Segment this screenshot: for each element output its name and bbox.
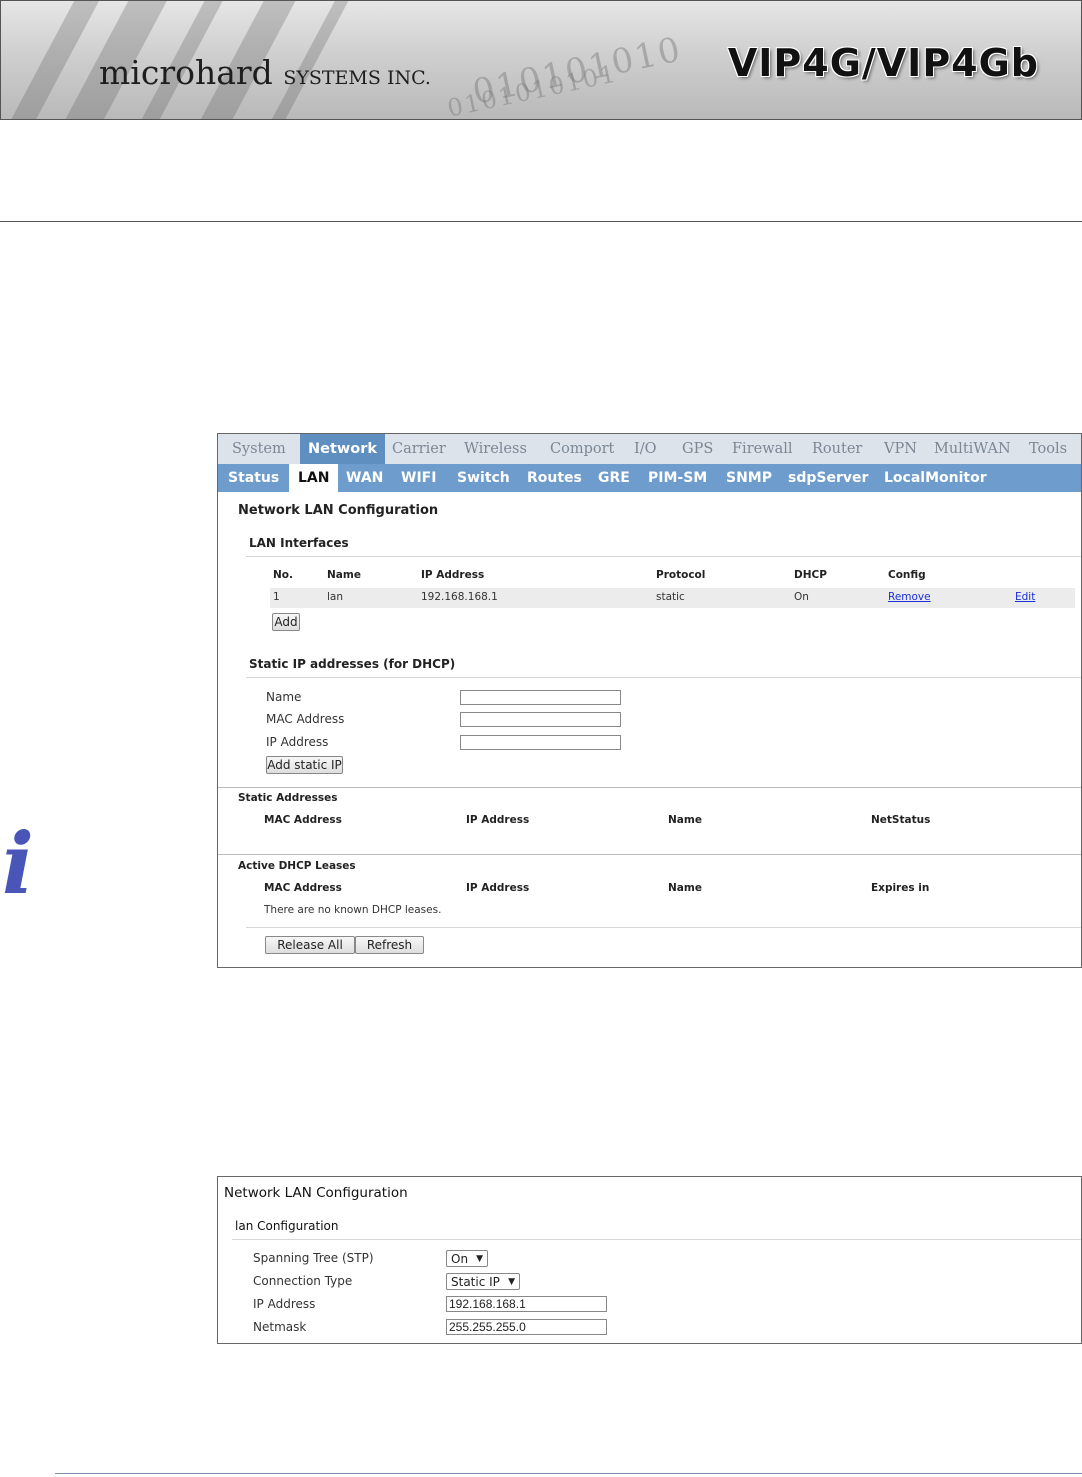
divider xyxy=(218,854,1081,855)
static-ip-label: IP Address xyxy=(266,735,329,749)
brand-main: microhard xyxy=(99,53,273,92)
cell-ip: 192.168.168.1 xyxy=(421,591,498,603)
lan-interfaces-title: LAN Interfaces xyxy=(249,536,349,550)
info-icon: i xyxy=(2,814,34,913)
page-title: Network LAN Configuration xyxy=(224,1185,408,1201)
divider xyxy=(232,1239,1081,1240)
stp-label: Spanning Tree (STP) xyxy=(253,1251,374,1265)
static-name-label: Name xyxy=(266,690,302,704)
cell-name: lan xyxy=(327,591,344,603)
connection-type-select[interactable]: Static IP ▼ xyxy=(446,1273,520,1290)
col-config: Config xyxy=(888,569,926,581)
divider xyxy=(246,927,1081,928)
static-name-input[interactable] xyxy=(460,690,621,705)
static-mac-label: MAC Address xyxy=(266,712,345,726)
netmask-label: Netmask xyxy=(253,1320,307,1334)
add-static-ip-button[interactable]: Add static IP xyxy=(266,756,343,774)
col-name: Name xyxy=(668,882,702,894)
lan-edit-screenshot: Network LAN Configuration lan Configurat… xyxy=(217,1176,1082,1344)
header-banner: 010101010 0101010101 microhard SYSTEMS I… xyxy=(0,0,1082,120)
col-ip-address: IP Address xyxy=(421,569,485,581)
brand-sub: SYSTEMS INC. xyxy=(283,67,431,89)
connection-type-label: Connection Type xyxy=(253,1274,353,1288)
empty-leases-text: There are no known DHCP leases. xyxy=(264,904,442,916)
tab-network[interactable]: Network xyxy=(300,434,386,464)
col-ip: IP Address xyxy=(466,882,530,894)
static-ip-input[interactable] xyxy=(460,735,621,750)
tab-wireless[interactable]: Wireless xyxy=(464,434,527,464)
remove-link[interactable]: Remove xyxy=(888,591,931,603)
main-nav: System Network Carrier Wireless Comport … xyxy=(218,434,1081,464)
lan-config-screenshot: System Network Carrier Wireless Comport … xyxy=(217,433,1082,968)
subtab-gre[interactable]: GRE xyxy=(598,464,630,492)
tab-vpn[interactable]: VPN xyxy=(884,434,917,464)
page-title: Network LAN Configuration xyxy=(238,503,439,518)
tab-gps[interactable]: GPS xyxy=(682,434,713,464)
subtab-wifi[interactable]: WIFI xyxy=(401,464,436,492)
netmask-input[interactable] xyxy=(446,1319,607,1335)
cell-no: 1 xyxy=(273,591,280,603)
footer-divider xyxy=(55,1473,1082,1474)
tab-io[interactable]: I/O xyxy=(634,434,657,464)
static-addresses-title: Static Addresses xyxy=(238,792,338,804)
tab-carrier[interactable]: Carrier xyxy=(392,434,446,464)
company-logo: microhard SYSTEMS INC. xyxy=(99,53,431,92)
tab-tools[interactable]: Tools xyxy=(1029,434,1067,464)
col-ip: IP Address xyxy=(466,814,530,826)
tab-router[interactable]: Router xyxy=(812,434,862,464)
stp-select[interactable]: On ▼ xyxy=(446,1250,488,1267)
section-divider xyxy=(0,221,1082,222)
divider xyxy=(246,556,1081,557)
subtab-sdpserver[interactable]: sdpServer xyxy=(788,464,868,492)
stp-value: On xyxy=(451,1252,469,1266)
sub-nav: Status LAN WAN WIFI Switch Routes GRE PI… xyxy=(218,464,1081,492)
cell-protocol: static xyxy=(656,591,685,603)
lan-config-title: lan Configuration xyxy=(235,1219,339,1233)
col-mac: MAC Address xyxy=(264,814,342,826)
tab-firewall[interactable]: Firewall xyxy=(732,434,793,464)
ip-address-label: IP Address xyxy=(253,1297,316,1311)
subtab-status[interactable]: Status xyxy=(228,464,279,492)
static-mac-input[interactable] xyxy=(460,712,621,727)
col-name: Name xyxy=(668,814,702,826)
tab-system[interactable]: System xyxy=(232,434,286,464)
col-mac: MAC Address xyxy=(264,882,342,894)
add-interface-button[interactable]: Add xyxy=(272,613,300,631)
edit-link[interactable]: Edit xyxy=(1015,591,1035,603)
connection-type-value: Static IP xyxy=(451,1275,500,1289)
divider xyxy=(246,677,1081,678)
col-expires: Expires in xyxy=(871,882,930,894)
dhcp-leases-title: Active DHCP Leases xyxy=(238,860,356,872)
subtab-localmonitor[interactable]: LocalMonitor xyxy=(884,464,987,492)
tab-multiwan[interactable]: MultiWAN xyxy=(934,434,1011,464)
dropdown-arrow-icon: ▼ xyxy=(508,1277,515,1287)
subtab-lan[interactable]: LAN xyxy=(289,464,339,492)
release-all-button[interactable]: Release All xyxy=(265,936,355,954)
col-protocol: Protocol xyxy=(656,569,706,581)
col-name: Name xyxy=(327,569,361,581)
subtab-snmp[interactable]: SNMP xyxy=(726,464,772,492)
col-dhcp: DHCP xyxy=(794,569,827,581)
tab-comport[interactable]: Comport xyxy=(550,434,614,464)
refresh-button[interactable]: Refresh xyxy=(355,936,424,954)
product-title: VIP4G/VIP4Gb xyxy=(727,41,1039,85)
col-netstatus: NetStatus xyxy=(871,814,931,826)
col-no: No. xyxy=(273,569,293,581)
static-ip-title: Static IP addresses (for DHCP) xyxy=(249,657,456,671)
cell-dhcp: On xyxy=(794,591,809,603)
dropdown-arrow-icon: ▼ xyxy=(476,1254,483,1264)
subtab-switch[interactable]: Switch xyxy=(457,464,510,492)
ip-address-input[interactable] xyxy=(446,1296,607,1312)
subtab-pim-sm[interactable]: PIM-SM xyxy=(648,464,707,492)
subtab-wan[interactable]: WAN xyxy=(346,464,383,492)
divider xyxy=(218,787,1081,788)
subtab-routes[interactable]: Routes xyxy=(527,464,582,492)
